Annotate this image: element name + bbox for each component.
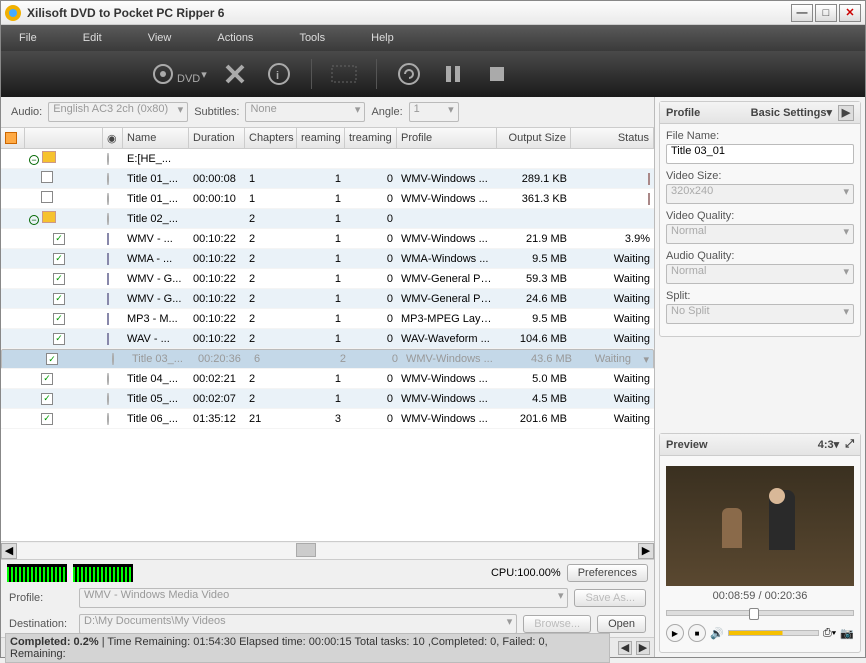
open-button[interactable]: Open [597,615,646,633]
status-left-icon[interactable]: ◀ [618,641,632,655]
aspect-ratio-dropdown[interactable]: 4:3▾ [818,438,839,451]
svg-text:DVD: DVD [177,73,200,85]
titlebar: Xilisoft DVD to Pocket PC Ripper 6 — □ ✕ [1,1,865,25]
snapshot-icon[interactable]: ⎙▾ [823,627,836,640]
menu-tools[interactable]: Tools [291,30,333,46]
menubar: File Edit View Actions Tools Help [1,25,865,51]
info-button[interactable]: i [261,56,297,92]
menu-actions[interactable]: Actions [209,30,261,46]
audioquality-select[interactable]: Normal [666,264,854,284]
selector-bar: Audio: English AC3 2ch (0x80) Subtitles:… [1,97,654,127]
dvd-button[interactable]: DVD▾ [149,56,209,92]
scroll-right-icon[interactable]: ▶ [638,543,654,559]
table-header: ◉ Name Duration Chapters reaming treamin… [1,127,654,149]
preview-time: 00:08:59 / 00:20:36 [666,586,854,606]
camera-icon[interactable]: 📷 [840,627,854,640]
filename-input[interactable]: Title 03_01 [666,144,854,164]
filename-label: File Name: [666,130,854,142]
convert-button[interactable] [391,56,427,92]
table-row[interactable]: ✓WMV - G...00:10:22210WMV-General Po...2… [1,289,654,309]
col-treaming[interactable]: treaming [345,128,397,148]
videosize-select[interactable]: 320x240 [666,184,854,204]
maximize-button[interactable]: □ [815,4,837,22]
seek-bar[interactable] [666,610,854,616]
subtitles-select[interactable]: None [245,102,365,122]
menu-file[interactable]: File [11,30,45,46]
menu-help[interactable]: Help [363,30,402,46]
close-button[interactable]: ✕ [839,4,861,22]
table-row[interactable]: Title 01_...00:00:08110WMV-Windows ...28… [1,169,654,189]
waveform-icon [7,564,67,582]
volume-icon[interactable]: 🔊 [710,627,724,640]
stop-button[interactable] [479,56,515,92]
table-row[interactable]: ✓ Title 04_...00:02:21210WMV-Windows ...… [1,369,654,389]
cpu-usage: CPU:100.00% [491,567,561,579]
profile-panel-title: Profile [666,107,700,119]
table-row[interactable]: Title 01_...00:00:10110WMV-Windows ...36… [1,189,654,209]
preview-expand-icon[interactable]: ⤢ [845,438,854,451]
table-row[interactable]: ✓WMA - ...00:10:22210WMA-Windows ...9.5 … [1,249,654,269]
status-bar: Completed: 0.2% | Time Remaining: 01:54:… [1,637,654,657]
videoquality-label: Video Quality: [666,210,854,222]
table-row[interactable]: ✓WMV - G...00:10:22210WMV-General Po...5… [1,269,654,289]
subtitles-label: Subtitles: [194,106,239,118]
videoquality-select[interactable]: Normal [666,224,854,244]
col-chapters[interactable]: Chapters [245,128,297,148]
toolbar: DVD▾ i [1,51,865,97]
destination-label: Destination: [9,618,73,630]
cancel-button[interactable] [217,56,253,92]
col-name[interactable]: Name [123,128,189,148]
scroll-left-icon[interactable]: ◀ [1,543,17,559]
browse-button[interactable]: Browse... [523,615,591,633]
audioquality-label: Audio Quality: [666,250,854,262]
play-button[interactable]: ▶ [666,624,684,642]
menu-edit[interactable]: Edit [75,30,110,46]
videosize-label: Video Size: [666,170,854,182]
audio-label: Audio: [11,106,42,118]
col-output[interactable]: Output Size [497,128,571,148]
table-row[interactable]: ✓MP3 - M...00:10:22210MP3-MPEG Layer...9… [1,309,654,329]
audio-select[interactable]: English AC3 2ch (0x80) [48,102,188,122]
svg-text:i: i [276,70,279,82]
pause-button[interactable] [435,56,471,92]
table-row[interactable]: ✓ Title 06_...01:35:122130WMV-Windows ..… [1,409,654,429]
basic-settings-dropdown[interactable]: Basic Settings▾ [751,106,832,119]
minimize-button[interactable]: — [791,4,813,22]
table-row[interactable]: − Title 02_...210 [1,209,654,229]
split-select[interactable]: No Split [666,304,854,324]
save-as-button[interactable]: Save As... [574,589,646,607]
profile-expand-icon[interactable]: ▶ [838,105,854,121]
destination-input[interactable]: D:\My Documents\My Videos [79,614,517,634]
preferences-button[interactable]: Preferences [567,564,648,582]
status-right-icon[interactable]: ▶ [636,641,650,655]
app-title: Xilisoft DVD to Pocket PC Ripper 6 [27,6,791,20]
col-duration[interactable]: Duration [189,128,245,148]
table-row[interactable]: − E:[HE_... [1,149,654,169]
preview-title: Preview [666,439,708,451]
profile-label: Profile: [9,592,73,604]
col-reaming[interactable]: reaming [297,128,345,148]
table-row[interactable]: ✓WAV - ...00:10:22210WAV-Waveform ...104… [1,329,654,349]
status-completed: Completed: 0.2% [10,636,99,648]
stop-preview-button[interactable]: ■ [688,624,706,642]
col-profile[interactable]: Profile [397,128,497,148]
table-row[interactable]: ✓ Title 03_...00:20:36620WMV-Windows ...… [1,349,654,369]
app-icon [5,5,21,21]
col-status[interactable]: Status [571,128,654,148]
clip-button[interactable] [326,56,362,92]
h-scrollbar[interactable]: ◀ ▶ [1,541,654,559]
table-body: − E:[HE_... Title 01_...00:00:08110WMV-W… [1,149,654,541]
angle-select[interactable]: 1 [409,102,459,122]
waveform-icon [73,564,133,582]
angle-label: Angle: [371,106,402,118]
preview-image [666,466,854,586]
table-row[interactable]: ✓WMV - ...00:10:22210WMV-Windows ...21.9… [1,229,654,249]
table-row[interactable]: ✓ Title 05_...00:02:07210WMV-Windows ...… [1,389,654,409]
volume-slider[interactable] [728,630,819,636]
split-label: Split: [666,290,854,302]
menu-view[interactable]: View [140,30,180,46]
profile-select[interactable]: WMV - Windows Media Video [79,588,568,608]
